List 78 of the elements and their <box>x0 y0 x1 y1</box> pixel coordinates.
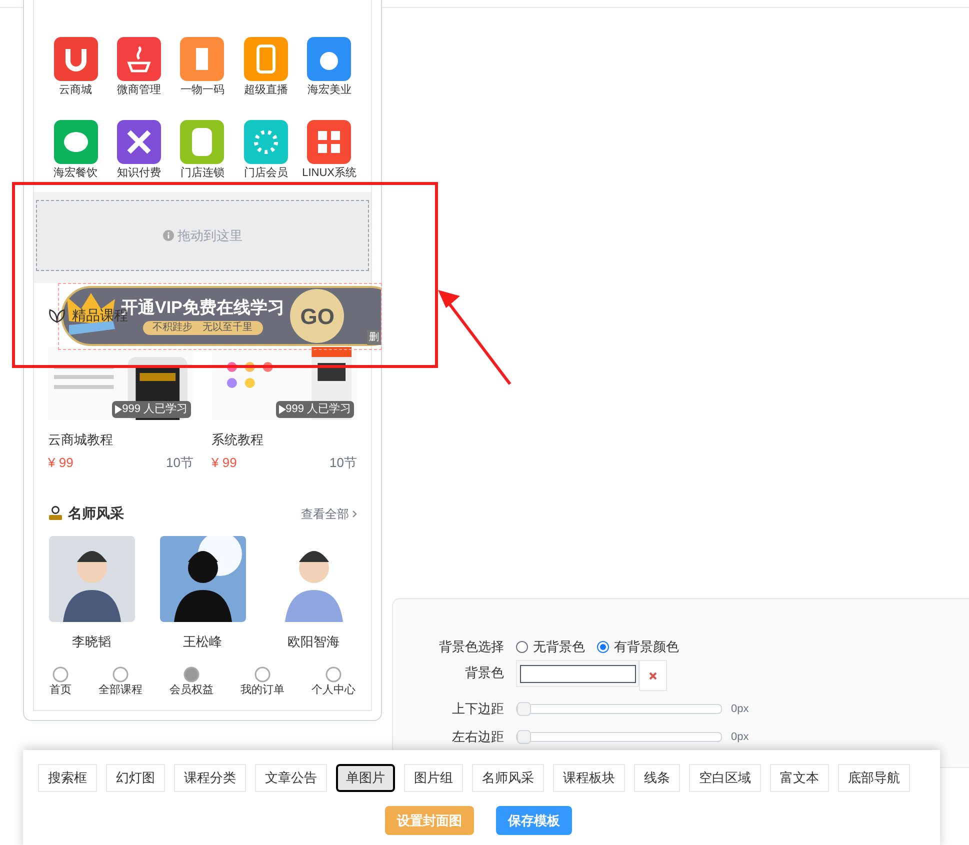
radio-option[interactable]: 有背景颜色 <box>597 637 679 657</box>
play-icon <box>115 405 122 414</box>
play-icon <box>278 405 286 414</box>
app-icon[interactable] <box>307 37 352 81</box>
component-button[interactable]: 文章公告 <box>255 764 327 792</box>
app-icon[interactable] <box>180 37 224 81</box>
component-button[interactable]: 空白区域 <box>689 764 761 792</box>
nav-item[interactable]: 会员权益 <box>170 666 214 696</box>
drop-hint: 拖动到这里 <box>178 226 242 245</box>
teacher-name: 李晓韬 <box>72 633 111 651</box>
learners-count: 999 人已学习 <box>122 402 188 417</box>
app-label: 海宏餐饮 <box>54 166 98 180</box>
slider-value: 0px <box>731 702 749 717</box>
field-label: 背景色 <box>464 664 504 682</box>
nav-item[interactable]: 全部课程 <box>98 666 142 696</box>
app-icon[interactable] <box>54 37 98 81</box>
nav-item[interactable]: 个人中心 <box>312 666 356 696</box>
course-price: ¥ 99 <box>212 455 237 471</box>
clear-button[interactable] <box>639 660 667 691</box>
teacher-name: 欧阳智海 <box>288 633 340 651</box>
delete-tag[interactable]: 删 <box>367 330 381 345</box>
app-label: 门店连锁 <box>180 166 224 180</box>
course-price: ¥ 99 <box>48 455 74 471</box>
slider-track[interactable] <box>516 704 722 714</box>
component-button[interactable]: 线条 <box>634 764 680 792</box>
app-label: 门店会员 <box>244 166 288 180</box>
nav-icon <box>325 666 342 682</box>
nav-icon <box>183 666 200 682</box>
app-label: 一物一码 <box>180 83 224 97</box>
field-label: 背景色选择 <box>438 638 504 656</box>
teacher-name: 王松峰 <box>183 633 222 651</box>
component-button[interactable]: 单图片 <box>336 764 395 792</box>
app-icon[interactable] <box>117 120 162 164</box>
component-button[interactable]: 底部导航 <box>838 764 910 792</box>
component-button[interactable]: 搜索框 <box>38 764 97 792</box>
leaf-icon <box>48 307 66 323</box>
app-label: 知识付费 <box>117 166 162 180</box>
app-label: 云商城 <box>59 83 92 97</box>
slider-value: 0px <box>731 730 749 745</box>
radio-option[interactable]: 无背景色 <box>516 637 585 657</box>
go-badge: GO <box>290 289 344 343</box>
nav-icon <box>52 666 69 682</box>
app-icon[interactable] <box>307 120 352 164</box>
section-title: 名师风采 <box>68 504 124 523</box>
nav-item[interactable]: 首页 <box>50 666 72 696</box>
app-label: 海宏美业 <box>307 83 352 97</box>
nav-item[interactable]: 我的订单 <box>240 666 284 696</box>
info-icon <box>162 230 174 241</box>
app-label: 微商管理 <box>117 83 162 97</box>
component-button[interactable]: 图片组 <box>404 764 463 792</box>
app-label: 超级直播 <box>244 83 288 97</box>
course-title: 系统教程 <box>212 432 264 448</box>
teacher-icon <box>48 506 63 521</box>
learners-count: 999 人已学习 <box>286 402 351 417</box>
field-label: 上下边距 <box>451 700 504 718</box>
banner-subtitle: 不积跬步 无以至千里 <box>142 321 263 335</box>
field-label: 左右边距 <box>451 728 504 746</box>
component-button[interactable]: 富文本 <box>770 764 829 792</box>
app-icon[interactable] <box>117 37 162 81</box>
component-button[interactable]: 名师风采 <box>472 764 544 792</box>
app-label: LINUX系统 <box>302 166 356 180</box>
slider-handle[interactable] <box>517 730 531 744</box>
app-icon[interactable] <box>54 120 98 164</box>
color-field[interactable] <box>516 660 639 687</box>
view-all-link[interactable]: 查看全部 <box>301 504 357 522</box>
app-icon[interactable] <box>244 37 288 81</box>
component-button[interactable]: 课程板块 <box>553 764 625 792</box>
nav-icon <box>112 666 129 682</box>
component-button[interactable]: 幻灯图 <box>106 764 165 792</box>
lesson-count: 10节 <box>330 455 357 471</box>
slider-track[interactable] <box>516 732 722 742</box>
chevron-right-icon <box>352 510 357 518</box>
lesson-count: 10节 <box>166 455 194 471</box>
nav-icon <box>254 666 271 682</box>
component-button[interactable]: 课程分类 <box>174 764 246 792</box>
close-icon <box>649 672 657 680</box>
slider-handle[interactable] <box>517 702 531 716</box>
course-title: 云商城教程 <box>48 432 114 448</box>
